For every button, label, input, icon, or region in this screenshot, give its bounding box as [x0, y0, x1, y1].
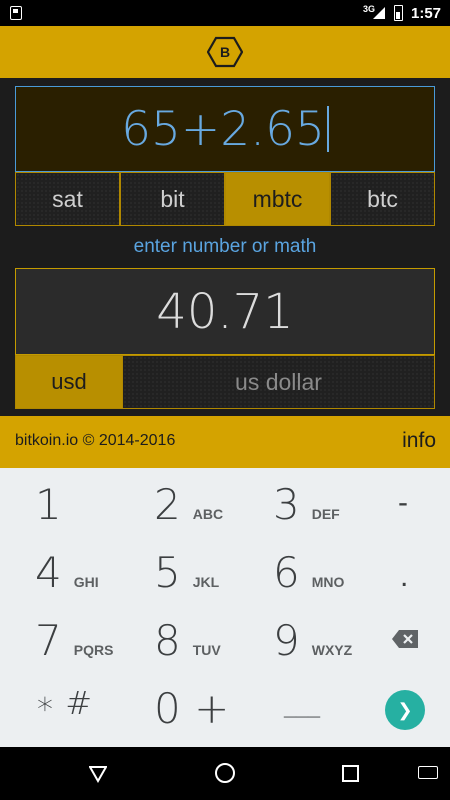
key-7-letters: PQRS — [73, 642, 114, 658]
unit-button-sat[interactable]: sat — [15, 172, 120, 226]
key-3[interactable]: 3 DEF — [273, 480, 340, 529]
input-hint: enter number or math — [133, 236, 317, 257]
unit-button-mbtc[interactable]: mbtc — [225, 172, 330, 226]
copyright-text: bitkoin.io © 2014-2016 — [15, 432, 176, 449]
battery-icon — [394, 5, 403, 21]
nav-recents-icon[interactable] — [342, 765, 359, 782]
key-5-number: 5 — [154, 548, 181, 597]
key-0-plus-label: 0 + — [154, 684, 230, 733]
key-1-number: 1 — [35, 480, 62, 529]
status-time: 1:57 — [411, 5, 442, 22]
key-star-hash[interactable]: ∗ # — [35, 684, 92, 722]
footer-bar: bitkoin.io © 2014-2016 info — [0, 416, 450, 468]
key-8[interactable]: 8 TUV — [154, 616, 221, 665]
numeric-keyboard: 1 2 ABC 3 DEF - 4 GHI 5 JKL 6 MNO . 7 PQRS 8 TU… — [0, 468, 450, 747]
key-2-letters: ABC — [192, 506, 224, 522]
signal-icon — [373, 7, 385, 19]
currency-name-selector[interactable]: us dollar — [123, 356, 434, 408]
chevron-right-icon: ❯ — [397, 699, 413, 720]
currency-row: usd us dollar — [15, 355, 435, 409]
nav-home-icon[interactable] — [215, 763, 235, 783]
key-minus[interactable]: - — [398, 486, 408, 520]
amount-input[interactable]: 65+2.65 — [15, 86, 435, 172]
key-0-plus[interactable]: 0 + — [154, 684, 229, 733]
keyboard-switch-icon[interactable] — [418, 766, 438, 779]
navigation-bar — [0, 747, 450, 800]
converted-value: 40.71 — [156, 283, 294, 340]
key-9[interactable]: 9 WXYZ — [273, 616, 352, 665]
key-1[interactable]: 1 — [35, 480, 62, 529]
key-6[interactable]: 6 MNO — [273, 548, 344, 597]
unit-button-btc[interactable]: btc — [330, 172, 435, 226]
key-3-letters: DEF — [311, 506, 340, 522]
info-button[interactable]: info — [402, 429, 436, 453]
key-7-number: 7 — [35, 616, 62, 665]
unit-button-bit[interactable]: bit — [120, 172, 225, 226]
key-4-number: 4 — [35, 548, 62, 597]
key-9-number: 9 — [273, 616, 300, 665]
nav-back-icon[interactable] — [89, 765, 107, 783]
key-7[interactable]: 7 PQRS — [35, 616, 113, 665]
amount-input-value: 65+2.65 — [121, 101, 325, 157]
enter-button[interactable]: ❯ — [385, 690, 425, 730]
converter-panel: 65+2.65 sat bit mbtc btc enter number or… — [0, 78, 450, 416]
currency-code-button[interactable]: usd — [16, 356, 123, 408]
bitcoin-logo-icon: B — [207, 36, 243, 68]
status-bar: 3G 1:57 — [0, 0, 450, 26]
app-bar: B — [0, 26, 450, 78]
key-8-letters: TUV — [192, 642, 221, 658]
key-4[interactable]: 4 GHI — [35, 548, 99, 597]
key-4-letters: GHI — [73, 574, 99, 590]
key-8-number: 8 — [154, 616, 181, 665]
key-space-label: ___ — [284, 690, 320, 718]
svg-text:B: B — [220, 44, 230, 60]
key-5-letters: JKL — [192, 574, 220, 590]
unit-selector: sat bit mbtc btc — [15, 172, 435, 226]
key-9-letters: WXYZ — [311, 642, 353, 658]
key-2-number: 2 — [154, 480, 181, 529]
sd-card-icon — [10, 6, 22, 20]
key-5[interactable]: 5 JKL — [154, 548, 219, 597]
key-star-hash-label: ∗ # — [35, 684, 93, 722]
backspace-icon[interactable] — [391, 629, 419, 649]
key-6-number: 6 — [273, 548, 300, 597]
text-cursor — [326, 106, 329, 152]
key-2[interactable]: 2 ABC — [154, 480, 223, 529]
key-space[interactable]: ___ — [284, 690, 320, 718]
key-dot[interactable]: . — [400, 560, 408, 594]
converted-output: 40.71 — [15, 268, 435, 355]
key-6-letters: MNO — [311, 574, 345, 590]
key-3-number: 3 — [273, 480, 300, 529]
